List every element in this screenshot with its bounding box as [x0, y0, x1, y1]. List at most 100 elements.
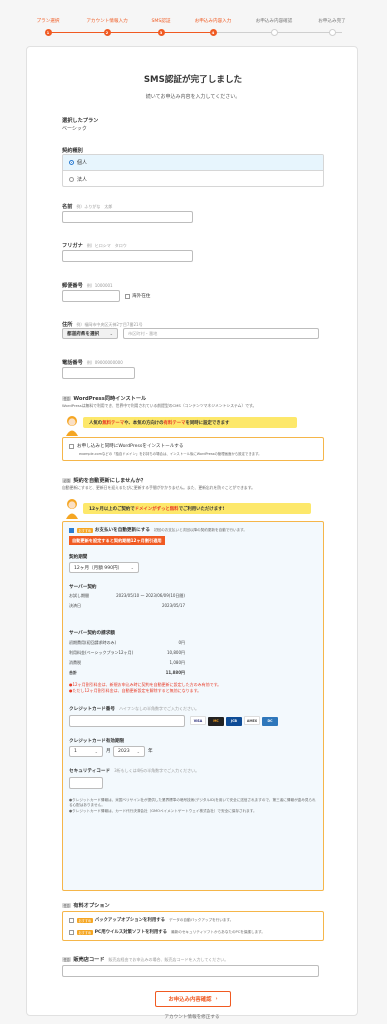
promo-optional-tag: 任意: [62, 957, 72, 962]
edit-account-link[interactable]: アカウント情報を修正する: [26, 1014, 358, 1020]
expiry-year-unit: 年: [148, 749, 153, 754]
payment-date-row: 決済日 2023/05/17: [69, 603, 185, 609]
discount-ribbon: 自動更新を設定すると契約期間12ヶ月割引適用: [69, 536, 165, 545]
expiry-year-select[interactable]: 2023 ⌄: [113, 746, 145, 757]
step-label-4: お申込み内容入力: [194, 19, 232, 24]
cvc-label: セキュリティコード 3桁もしくは4桁の半角数字でご入力ください。: [69, 768, 199, 774]
backup-option-label: バックアップオプションを利用する: [94, 918, 166, 923]
postal-hint: 例）1000001: [86, 283, 113, 288]
furigana-input[interactable]: [62, 250, 193, 262]
name-hint: 例）ふりがな 太郎: [76, 204, 113, 209]
chevron-down-icon: ⌄: [94, 749, 98, 754]
phone-label: 電話番号 例）09000000000: [62, 359, 123, 366]
fee-key: 初期費用(初回請求時のみ): [69, 640, 117, 645]
cvc-label-text: セキュリティコード: [69, 769, 111, 774]
expiry-month-value: 1: [74, 749, 77, 754]
support-avatar-icon: [66, 416, 78, 436]
confirm-application-button[interactable]: お申込み内容確認 ›: [155, 991, 231, 1007]
chevron-right-icon: ›: [215, 996, 218, 1002]
autorenew-checkbox-row[interactable]: おすすめ お支払いを自動更新にする 初回のお支払いと次回以降の契約更新を自動で行…: [69, 527, 247, 533]
paid-options-title-text: 有料オプション: [73, 903, 110, 909]
name-input[interactable]: [62, 211, 193, 223]
fee-value: 10,800円: [167, 650, 185, 655]
antivirus-option-row[interactable]: おすすめ PC用ウイルス対策ソフトを利用する 最新のセキュリティソフトからあなた…: [69, 929, 265, 935]
total-row: 合計 11,880円: [69, 670, 185, 676]
antivirus-recommended-tag: おすすめ: [77, 929, 93, 935]
postal-input[interactable]: [62, 290, 120, 302]
promo-code-input[interactable]: [62, 965, 319, 977]
application-form-card: SMS認証が完了しました 続いてお申込み内容を入力してください。 選択したプラン…: [26, 46, 358, 1016]
discount-notes: ●12ヶ月割引料金は、新規お申込み時に契約を自動更新に設定した方のみ有効です。 …: [69, 682, 221, 694]
step-label-2: アカウント情報入力: [86, 19, 128, 24]
domain-free-banner: 12ヶ月以上のご契約で ドメインがずっと無料 でご利用いただけます!: [83, 503, 311, 514]
postal-label-text: 郵便番号: [62, 283, 83, 289]
wp-banner-hl-2: 有料テーマ: [163, 420, 186, 426]
radio-individual-label: 個人: [77, 160, 88, 166]
fee-title: サーバー契約の請求額: [69, 631, 115, 636]
fee-row: 利用料金(ベーシックプラン12ヶ月) 10,800円: [69, 650, 185, 656]
cvc-hint: 3桁もしくは4桁の半角数字でご入力ください。: [114, 768, 200, 773]
contract-type-label: 契約種別: [62, 148, 83, 154]
card-brand-logos: VISA MC JCB AMEX DC: [190, 716, 280, 726]
step-label-3: SMS認証: [151, 19, 171, 24]
wordpress-install-note: example.comなどの「独自ドメイン」をお持ちの場合は、インストール後にW…: [79, 452, 262, 456]
trial-period-key: お試し期間: [69, 593, 89, 598]
total-key: 合計: [69, 670, 77, 675]
wordpress-optional-tag: 任意: [62, 396, 72, 401]
cvc-input[interactable]: [69, 777, 103, 789]
address-label: 住所 例）福岡市中央区天神2丁目7番21号: [62, 321, 143, 328]
cc-number-input[interactable]: [69, 715, 185, 727]
wordpress-install-option[interactable]: お申し込みと同時にWordPressをインストールする example.comな…: [62, 437, 324, 461]
support-avatar-icon-2: [66, 499, 78, 519]
backup-option-note: データの自動バックアップを行います。: [169, 917, 234, 922]
period-select[interactable]: 12ヶ月（月額 990円） ⌄: [69, 562, 139, 573]
phone-label-text: 電話番号: [62, 360, 83, 366]
backup-option-check[interactable]: [69, 917, 74, 923]
contract-type-radio-group: 個人 法人: [62, 154, 324, 187]
fee-value: 0円: [178, 640, 185, 645]
autorenew-checkbox-note: 初回のお支払いと次回以降の契約更新を自動で行います。: [153, 527, 248, 532]
chevron-down-icon: ⌄: [130, 565, 134, 570]
security-note: ●クレジットカード情報は、カード代行決済会社（GMOペイメントゲートウェイ株式会…: [69, 808, 257, 813]
antivirus-option-check[interactable]: [69, 929, 74, 935]
wordpress-install-check[interactable]: [69, 443, 74, 449]
visa-icon: VISA: [190, 716, 206, 725]
city-input-placeholder: 市区町村・番地: [128, 331, 158, 336]
autorenew-desc: 自動更新にすると、更新日を迎えるたびに更新する手間がかかりません。また、更新忘れ…: [62, 485, 255, 490]
overseas-checkbox[interactable]: 海外在住: [125, 293, 150, 299]
radio-corporate[interactable]: 法人: [63, 171, 323, 186]
chevron-down-icon: ⌄: [109, 331, 113, 336]
expiry-label: クレジットカード有効期限: [69, 739, 125, 744]
wordpress-desc: WordPressは無料で利用でき、世界中で利用されている前提型のCMS（コンテ…: [62, 403, 257, 408]
prefecture-select[interactable]: 都道府県を選択 ⌄: [62, 328, 118, 339]
radio-individual[interactable]: 個人: [63, 155, 323, 171]
page-subtitle: 続いてお申込み内容を入力してください。: [145, 94, 241, 100]
confirm-button-label: お申込み内容確認: [168, 997, 212, 1003]
security-notes: ●クレジットカード情報は、米国ベリサイン社が提供した業界標準の暗号技術(デジタル…: [69, 798, 319, 814]
promo-code-label-text: 販売店コード: [73, 957, 105, 963]
postal-label: 郵便番号 例）1000001: [62, 282, 113, 289]
diners-icon: DC: [262, 717, 278, 726]
autorenew-check[interactable]: [69, 527, 74, 533]
step-dot-3: 3: [157, 29, 165, 36]
overseas-check-box: [125, 293, 130, 299]
wp-banner-text-1: 人気の: [89, 420, 103, 426]
backup-option-row[interactable]: おすすめ バックアップオプションを利用する データの自動バックアップを行います。: [69, 917, 233, 923]
paid-options-box: おすすめ バックアップオプションを利用する データの自動バックアップを行います。…: [62, 911, 324, 941]
domain-banner-text-1: 12ヶ月以上のご契約で: [89, 506, 135, 512]
domain-banner-hl: ドメインがずっと無料: [134, 506, 179, 512]
total-value: 11,880円: [165, 670, 185, 675]
expiry-month-unit: 月: [106, 749, 111, 754]
radio-corporate-label: 法人: [77, 176, 88, 183]
cc-number-hint: ハイフンなしの半角数字でご入力ください。: [118, 706, 199, 711]
step-dot-6: [328, 29, 336, 36]
furigana-label-text: フリガナ: [62, 243, 83, 249]
step-dot-4: 4: [209, 29, 217, 36]
paid-options-title: 任意 有料オプション: [62, 902, 110, 909]
city-input[interactable]: 市区町村・番地: [123, 328, 319, 339]
name-label: 名前 例）ふりがな 太郎: [62, 203, 112, 210]
expiry-month-select[interactable]: 1 ⌄: [69, 746, 103, 757]
phone-input[interactable]: [62, 367, 135, 379]
options-optional-tag: 任意: [62, 903, 72, 908]
autorenew-checkbox-label: お支払いを自動更新にする: [94, 528, 150, 533]
